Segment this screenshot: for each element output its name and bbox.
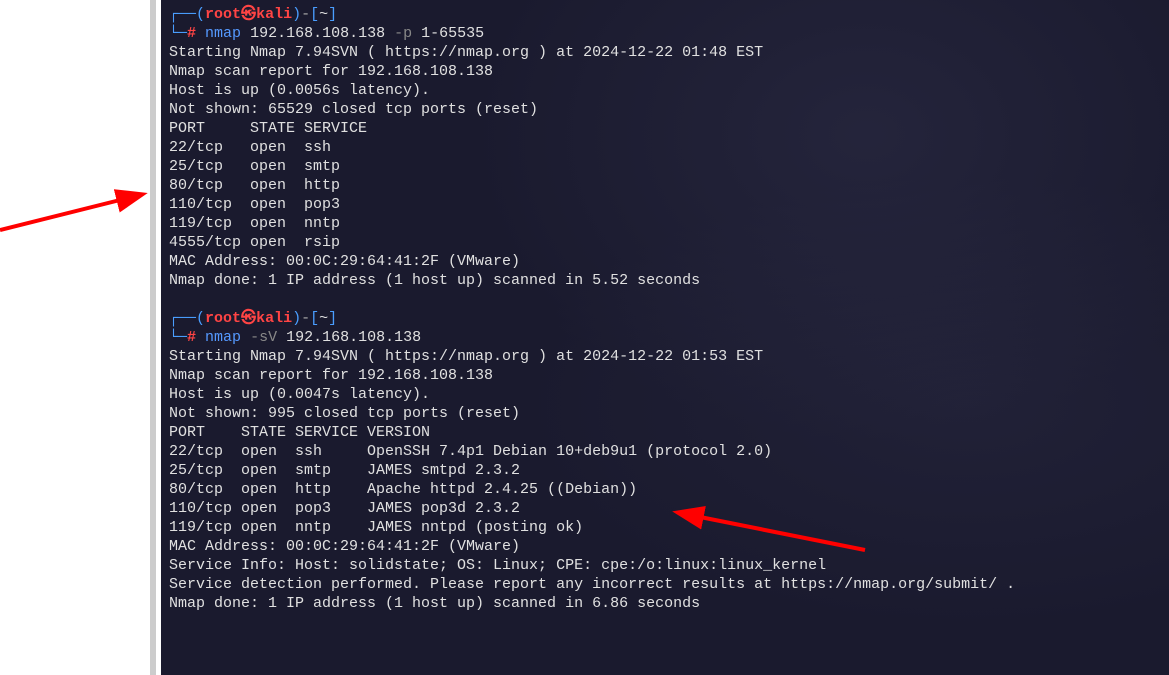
paren-open: (	[196, 310, 205, 327]
prompt-line-cmd-2: └─# nmap -sV 192.168.108.138	[169, 328, 1161, 347]
prompt-line-top-2: ┌──(root㉿kali)-[~]	[169, 309, 1161, 328]
output-line: 110/tcp open pop3 JAMES pop3d 2.3.2	[169, 499, 1161, 518]
output-line: 119/tcp open nntp JAMES nntpd (posting o…	[169, 518, 1161, 537]
terminal-window[interactable]: ┌──(root㉿kali)-[~] └─# nmap 192.168.108.…	[161, 0, 1169, 675]
bracket-open: [	[310, 6, 319, 23]
cwd: ~	[319, 6, 328, 23]
blank-line	[169, 290, 1161, 309]
box-draw-icon: ┌──	[169, 310, 196, 327]
hostname: kali	[256, 6, 292, 23]
command-args: 1-65535	[412, 25, 484, 42]
divider-bar	[150, 0, 156, 675]
output-line: 25/tcp open smtp	[169, 157, 1161, 176]
bracket-open: [	[310, 310, 319, 327]
output-line: Nmap done: 1 IP address (1 host up) scan…	[169, 594, 1161, 613]
at-symbol-icon: ㉿	[241, 310, 256, 327]
hostname: kali	[256, 310, 292, 327]
output-line: 80/tcp open http	[169, 176, 1161, 195]
hash-prompt: #	[187, 25, 196, 42]
box-draw-bottom-icon: └─	[169, 25, 187, 42]
output-line: MAC Address: 00:0C:29:64:41:2F (VMware)	[169, 252, 1161, 271]
paren-open: (	[196, 6, 205, 23]
prompt-line-top-1: ┌──(root㉿kali)-[~]	[169, 5, 1161, 24]
output-line: Nmap scan report for 192.168.108.138	[169, 62, 1161, 81]
output-line: Host is up (0.0056s latency).	[169, 81, 1161, 100]
dash: -	[301, 310, 310, 327]
prompt-line-cmd-1: └─# nmap 192.168.108.138 -p 1-65535	[169, 24, 1161, 43]
user: root	[205, 6, 241, 23]
command-name: nmap	[205, 25, 241, 42]
output-line: 25/tcp open smtp JAMES smtpd 2.3.2	[169, 461, 1161, 480]
command-args: 192.168.108.138	[277, 329, 421, 346]
output-line: 4555/tcp open rsip	[169, 233, 1161, 252]
box-draw-icon: ┌──	[169, 6, 196, 23]
output-line: 80/tcp open http Apache httpd 2.4.25 ((D…	[169, 480, 1161, 499]
output-line: PORT STATE SERVICE VERSION	[169, 423, 1161, 442]
output-line: 110/tcp open pop3	[169, 195, 1161, 214]
output-line: Not shown: 995 closed tcp ports (reset)	[169, 404, 1161, 423]
output-line: Not shown: 65529 closed tcp ports (reset…	[169, 100, 1161, 119]
user: root	[205, 310, 241, 327]
command-block-2: ┌──(root㉿kali)-[~] └─# nmap -sV 192.168.…	[169, 309, 1161, 613]
at-symbol-icon: ㉿	[241, 6, 256, 23]
output-line: Nmap scan report for 192.168.108.138	[169, 366, 1161, 385]
command-target: 192.168.108.138	[241, 25, 394, 42]
left-margin	[0, 0, 161, 675]
output-line: 119/tcp open nntp	[169, 214, 1161, 233]
dash: -	[301, 6, 310, 23]
command-flag: -p	[394, 25, 412, 42]
output-line: Starting Nmap 7.94SVN ( https://nmap.org…	[169, 43, 1161, 62]
paren-close: )	[292, 310, 301, 327]
bracket-close: ]	[328, 310, 337, 327]
command-name: nmap	[205, 329, 241, 346]
output-line: 22/tcp open ssh OpenSSH 7.4p1 Debian 10+…	[169, 442, 1161, 461]
output-line: 22/tcp open ssh	[169, 138, 1161, 157]
output-line: Nmap done: 1 IP address (1 host up) scan…	[169, 271, 1161, 290]
box-draw-bottom-icon: └─	[169, 329, 187, 346]
command-block-1: ┌──(root㉿kali)-[~] └─# nmap 192.168.108.…	[169, 5, 1161, 290]
bracket-close: ]	[328, 6, 337, 23]
output-line: Service detection performed. Please repo…	[169, 575, 1161, 594]
paren-close: )	[292, 6, 301, 23]
output-line: Starting Nmap 7.94SVN ( https://nmap.org…	[169, 347, 1161, 366]
output-line: Host is up (0.0047s latency).	[169, 385, 1161, 404]
output-line: PORT STATE SERVICE	[169, 119, 1161, 138]
hash-prompt: #	[187, 329, 196, 346]
cwd: ~	[319, 310, 328, 327]
command-flag: -sV	[241, 329, 277, 346]
output-line: MAC Address: 00:0C:29:64:41:2F (VMware)	[169, 537, 1161, 556]
output-line: Service Info: Host: solidstate; OS: Linu…	[169, 556, 1161, 575]
